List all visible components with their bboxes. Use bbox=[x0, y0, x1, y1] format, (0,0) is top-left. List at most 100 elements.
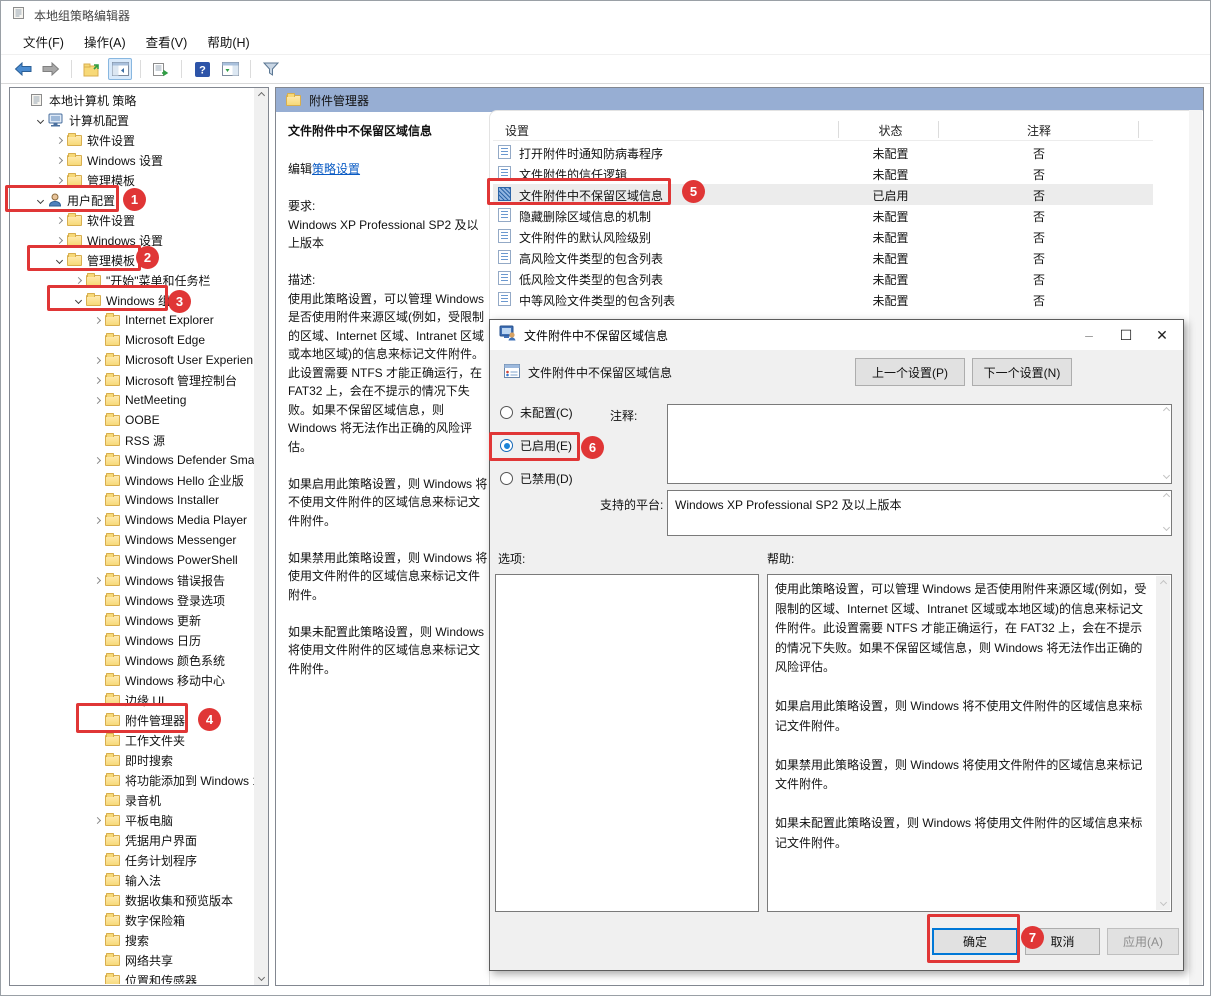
show-console-tree-folder-icon[interactable] bbox=[80, 58, 104, 80]
filter-icon[interactable] bbox=[259, 58, 283, 80]
help-icon[interactable]: ? bbox=[190, 58, 214, 80]
scroll-down-icon[interactable] bbox=[1159, 899, 1166, 906]
expand-chevron-icon[interactable] bbox=[90, 318, 104, 323]
tree-item[interactable]: 数据收集和预览版本 bbox=[10, 890, 254, 910]
column-header-status[interactable]: 状态 bbox=[841, 122, 940, 139]
next-setting-button[interactable]: 下一个设置(N) bbox=[972, 358, 1072, 386]
tree-item[interactable]: 凭据用户界面 bbox=[10, 830, 254, 850]
tree-item[interactable]: NetMeeting bbox=[10, 390, 254, 410]
column-separator[interactable] bbox=[1138, 121, 1139, 138]
tree-item[interactable]: Microsoft Edge bbox=[10, 330, 254, 350]
previous-setting-button[interactable]: 上一个设置(P) bbox=[855, 358, 965, 386]
tree-item[interactable]: 任务计划程序 bbox=[10, 850, 254, 870]
tree-item[interactable]: 管理模板 bbox=[10, 170, 254, 190]
tree-item[interactable]: OOBE bbox=[10, 410, 254, 430]
tree-item[interactable]: Windows 错误报告 bbox=[10, 570, 254, 590]
list-scrollbar[interactable] bbox=[1189, 110, 1202, 986]
supported-on-field[interactable]: Windows XP Professional SP2 及以上版本 bbox=[667, 490, 1172, 536]
tree-item[interactable]: Windows Media Player bbox=[10, 510, 254, 530]
tree-item[interactable]: Internet Explorer bbox=[10, 310, 254, 330]
apply-button[interactable]: 应用(A) bbox=[1107, 928, 1179, 955]
back-icon[interactable] bbox=[11, 58, 35, 80]
expand-chevron-icon[interactable] bbox=[71, 298, 85, 303]
radio-option[interactable]: 已禁用(D) bbox=[500, 470, 573, 487]
radio-option[interactable]: 未配置(C) bbox=[500, 404, 573, 421]
tree-item[interactable]: 管理模板 bbox=[10, 250, 254, 270]
tree-item[interactable]: 输入法 bbox=[10, 870, 254, 890]
tree-item[interactable]: Windows 登录选项 bbox=[10, 590, 254, 610]
menu-item[interactable]: 查看(V) bbox=[136, 28, 198, 55]
column-header-comment[interactable]: 注释 bbox=[940, 122, 1138, 139]
menu-item[interactable]: 帮助(H) bbox=[197, 28, 259, 55]
tree-item[interactable]: 录音机 bbox=[10, 790, 254, 810]
radio-button-icon[interactable] bbox=[500, 439, 513, 452]
menu-item[interactable]: 操作(A) bbox=[74, 28, 136, 55]
expand-chevron-icon[interactable] bbox=[52, 258, 66, 263]
tree-item[interactable]: 计算机配置 bbox=[10, 110, 254, 130]
tree-scrollbar[interactable] bbox=[254, 88, 268, 985]
export-list-icon[interactable] bbox=[149, 58, 173, 80]
ok-button[interactable]: 确定 bbox=[932, 928, 1018, 955]
tree-item[interactable]: Windows 组件 bbox=[10, 290, 254, 310]
tree-item[interactable]: 网络共享 bbox=[10, 950, 254, 970]
expand-chevron-icon[interactable] bbox=[90, 818, 104, 823]
tree-item[interactable]: Windows Installer bbox=[10, 490, 254, 510]
expand-chevron-icon[interactable] bbox=[90, 578, 104, 583]
tree-item[interactable]: 位置和传感器 bbox=[10, 970, 254, 984]
cancel-button[interactable]: 取消 bbox=[1025, 928, 1100, 955]
tree-item[interactable]: "开始"菜单和任务栏 bbox=[10, 270, 254, 290]
tree-item[interactable]: Windows Messenger bbox=[10, 530, 254, 550]
tree-item[interactable]: Windows PowerShell bbox=[10, 550, 254, 570]
tree-item[interactable]: 即时搜索 bbox=[10, 750, 254, 770]
tree-item[interactable]: RSS 源 bbox=[10, 430, 254, 450]
tree-item[interactable]: Windows 更新 bbox=[10, 610, 254, 630]
expand-chevron-icon[interactable] bbox=[52, 218, 66, 223]
scroll-down-icon[interactable] bbox=[1163, 524, 1170, 531]
radio-button-icon[interactable] bbox=[500, 406, 513, 419]
expand-chevron-icon[interactable] bbox=[90, 378, 104, 383]
show-action-pane-icon[interactable] bbox=[218, 58, 242, 80]
radio-button-icon[interactable] bbox=[500, 472, 513, 485]
tree-item[interactable]: 平板电脑 bbox=[10, 810, 254, 830]
scroll-up-icon[interactable] bbox=[1163, 493, 1170, 500]
tree-item[interactable]: 工作文件夹 bbox=[10, 730, 254, 750]
tree-item[interactable]: 软件设置 bbox=[10, 210, 254, 230]
show-hide-console-tree-icon[interactable] bbox=[108, 58, 132, 80]
expand-chevron-icon[interactable] bbox=[90, 398, 104, 403]
expand-chevron-icon[interactable] bbox=[90, 518, 104, 523]
minimize-icon[interactable]: – bbox=[1072, 320, 1106, 350]
settings-list-row[interactable]: 中等风险文件类型的包含列表未配置否 bbox=[493, 289, 1153, 310]
tree-item[interactable]: Microsoft 管理控制台 bbox=[10, 370, 254, 390]
settings-list-row[interactable]: 文件附件的默认风险级别未配置否 bbox=[493, 226, 1153, 247]
settings-list-row[interactable]: 隐藏删除区域信息的机制未配置否 bbox=[493, 205, 1153, 226]
scroll-up-icon[interactable] bbox=[1159, 580, 1166, 587]
tree-item[interactable]: 将功能添加到 Windows 1 bbox=[10, 770, 254, 790]
tree-item[interactable]: 本地计算机 策略 bbox=[10, 90, 254, 110]
forward-icon[interactable] bbox=[39, 58, 63, 80]
tree-item[interactable]: 数字保险箱 bbox=[10, 910, 254, 930]
expand-chevron-icon[interactable] bbox=[52, 138, 66, 143]
help-scrollbar[interactable] bbox=[1156, 576, 1170, 910]
settings-list-row[interactable]: 文件附件中不保留区域信息已启用否 bbox=[493, 184, 1153, 205]
expand-chevron-icon[interactable] bbox=[52, 158, 66, 163]
expand-chevron-icon[interactable] bbox=[71, 278, 85, 283]
scroll-up-icon[interactable] bbox=[1163, 407, 1170, 414]
scroll-up-icon[interactable] bbox=[257, 92, 264, 99]
scroll-down-icon[interactable] bbox=[257, 974, 264, 981]
tree-item[interactable]: Windows 颜色系统 bbox=[10, 650, 254, 670]
expand-chevron-icon[interactable] bbox=[52, 238, 66, 243]
column-separator[interactable] bbox=[938, 121, 939, 138]
tree-item[interactable]: 用户配置 bbox=[10, 190, 254, 210]
expand-chevron-icon[interactable] bbox=[33, 198, 47, 203]
settings-list-row[interactable]: 打开附件时通知防病毒程序未配置否 bbox=[493, 142, 1153, 163]
tree-item[interactable]: Microsoft User Experien bbox=[10, 350, 254, 370]
comment-field[interactable] bbox=[667, 404, 1172, 484]
tree-item[interactable]: Windows Hello 企业版 bbox=[10, 470, 254, 490]
scroll-down-icon[interactable] bbox=[1163, 472, 1170, 479]
tree-item[interactable]: 边缘 UI bbox=[10, 690, 254, 710]
tree-item[interactable]: Windows Defender Sma bbox=[10, 450, 254, 470]
tree-item[interactable]: Windows 移动中心 bbox=[10, 670, 254, 690]
help-panel[interactable]: 使用此策略设置，可以管理 Windows 是否使用附件来源区域(例如，受限制的区… bbox=[767, 574, 1172, 912]
options-panel[interactable] bbox=[495, 574, 759, 912]
menu-item[interactable]: 文件(F) bbox=[13, 28, 74, 55]
